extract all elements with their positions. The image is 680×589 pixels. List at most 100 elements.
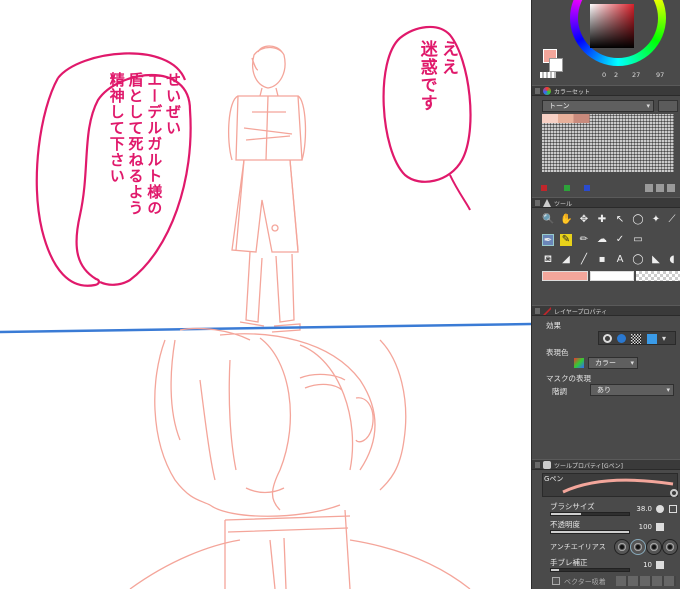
brush-size-slider[interactable] [550,512,630,516]
tool-grid: 🔍 ✋ ✥ ✚ ↖ ◯ ✦ ⟋ ✒ ✎ ✏ ☁ ✓ ▭ ⛾ ◢ ╱ ▪ A ◯ … [538,212,678,272]
layer-property-icon [543,307,551,315]
brush-size-value[interactable]: 38.0 [632,505,652,513]
antialias-strong-icon[interactable] [662,539,678,555]
bubble-left-text: せいぜい エーデルガルト様の 盾として死ねるよう 精神して下さい [107,72,182,216]
pressure-icon[interactable] [669,505,677,513]
saturation-value-square[interactable] [590,4,634,48]
stabilization-slider[interactable] [550,568,630,572]
antialias-none-icon[interactable] [614,539,630,555]
text-tool-icon[interactable]: A [614,254,626,266]
layer-property-header[interactable]: レイヤープロパティ [532,305,680,316]
value-3: 97 [656,71,665,79]
blue-color-chip[interactable] [584,185,590,191]
layer-color-icon[interactable] [647,334,657,344]
sub-color-swatch[interactable] [549,58,563,72]
effect-buttons: ▾ [598,331,676,345]
extract-line-icon[interactable] [617,334,626,343]
expression-color-label: 表現色 [546,348,569,357]
mask-expression-label: マスクの表現 [546,374,591,383]
value-0: 0 [602,71,607,79]
tone-level-label: 階調 [552,387,567,396]
move-tool-icon[interactable]: ✥ [578,214,590,226]
grip-icon[interactable] [535,88,540,94]
eyedropper-icon[interactable]: ⟋ [666,214,678,226]
antialias-weak-icon[interactable] [630,539,646,555]
layer-move-icon[interactable]: ✚ [596,214,608,226]
vector-snap-checkbox[interactable] [552,577,560,585]
background-color-bar[interactable] [590,271,634,281]
delete-swatch-icon[interactable] [667,184,675,192]
brush-size-icon[interactable] [656,505,664,513]
add-swatch-icon[interactable] [645,184,653,192]
standing-figure-sketch [228,45,307,333]
fill-tool-icon[interactable]: ⛾ [542,254,554,266]
palette-icon [543,87,551,95]
brush-tool-icon[interactable]: ✏ [578,234,590,246]
opacity-label: 不透明度 [550,520,580,529]
transparent-color-bar[interactable] [636,271,680,281]
tool-property-icon [543,461,551,469]
stabilization-value[interactable]: 10 [632,561,652,569]
stabilization-label: 手ブレ補正 [550,558,588,567]
layer-property-title: レイヤープロパティ [554,309,608,316]
tone-effect-icon[interactable] [631,334,641,344]
effect-more-icon[interactable]: ▾ [662,334,672,344]
balloon-tool-icon[interactable]: ◯ [632,254,644,266]
face-closeup-sketch [129,327,471,589]
blend-tool-icon[interactable]: ✓ [614,234,626,246]
correct-line-icon[interactable]: ◖ [666,254,678,266]
zoom-tool-icon[interactable]: 🔍 [542,214,554,226]
opacity-icon[interactable] [656,523,664,531]
tool-settings-icon[interactable] [670,489,678,497]
airbrush-tool-icon[interactable]: ☁ [596,234,608,246]
tool-property-title: ツールプロパティ[Gペン] [554,463,623,470]
drawing-canvas[interactable]: せいぜい エーデルガルト様の 盾として死ねるよう 精神して下さい ええ 迷惑です [0,0,531,589]
figure-tool-icon[interactable]: ╱ [578,254,590,266]
value-2: 27 [632,71,641,79]
expression-color-icon [574,358,584,368]
current-color-bar[interactable] [542,271,588,281]
grip-icon[interactable] [535,308,540,314]
border-effect-icon[interactable] [603,334,612,343]
gradient-tool-icon[interactable]: ◢ [560,254,572,266]
grip-icon[interactable] [535,462,540,468]
pen-tool-icon[interactable]: ✒ [542,234,554,246]
frame-tool-icon[interactable]: ▪ [596,254,608,266]
right-panel: 0 2 27 97 カラーセット トーン ツール 🔍 ✋ ✥ ✚ ↖ ◯ ✦ ⟋… [531,0,680,589]
stabilization-icon[interactable] [656,561,664,569]
tone-level-dropdown[interactable]: あり [590,384,674,396]
pen-nib-icon [543,199,551,207]
effect-label: 効果 [546,321,561,330]
color-values-row: 0 2 27 97 [602,71,680,80]
speech-bubble-right-tail [449,174,471,211]
transparent-swatch[interactable] [540,72,556,78]
tool-property-header[interactable]: ツールプロパティ[Gペン] [532,459,680,470]
swatch-settings-icon[interactable] [656,184,664,192]
grip-icon[interactable] [535,200,540,206]
color-set-dropdown[interactable]: トーン [542,100,654,112]
expression-color-dropdown[interactable]: カラー [588,357,638,369]
value-1: 2 [614,71,619,79]
green-color-chip[interactable] [564,185,570,191]
color-set-header[interactable]: カラーセット [532,85,680,96]
tool-panel-title: ツール [554,201,573,208]
vector-snap-options[interactable] [616,576,676,586]
color-set-menu-button[interactable] [658,100,678,112]
object-tool-icon[interactable]: ↖ [614,214,626,226]
ruler-tool-icon[interactable]: ◣ [650,254,662,266]
opacity-value[interactable]: 100 [632,523,652,531]
tool-panel-header[interactable]: ツール [532,197,680,208]
pencil-tool-icon[interactable]: ✎ [560,234,572,246]
auto-select-icon[interactable]: ✦ [650,214,662,226]
lasso-tool-icon[interactable]: ◯ [632,214,644,226]
tone-swatch-grid[interactable] [542,114,674,172]
bubble-right-text: ええ 迷惑です [416,40,458,112]
opacity-slider[interactable] [550,530,630,534]
guide-line [0,322,531,334]
antialias-label: アンチエイリアス [550,543,606,551]
antialias-medium-icon[interactable] [646,539,662,555]
red-color-chip[interactable] [541,185,547,191]
eraser-tool-icon[interactable]: ▭ [632,234,644,246]
vector-snap-label: ベクター吸着 [564,578,606,586]
hand-tool-icon[interactable]: ✋ [560,214,572,226]
